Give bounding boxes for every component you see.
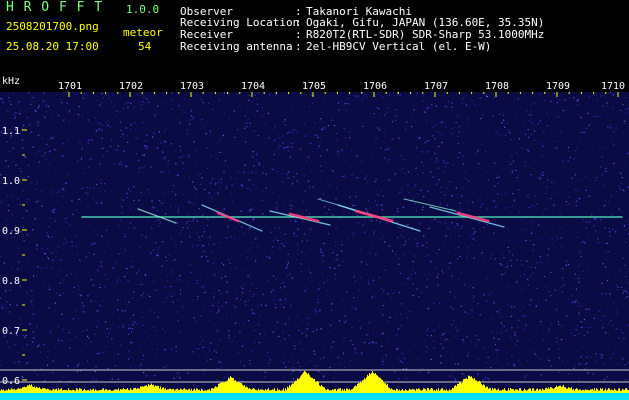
time-tick-label: 1704 [241,81,265,92]
app-version: 1.0.0 [126,3,160,16]
spectrogram-plot: kHz 1701 1702 1703 1704 1705 1706 1707 1… [0,75,629,400]
time-tick-label: 1706 [363,81,387,92]
freq-tick-label: 0.7 [2,326,20,337]
time-tick-label: 1707 [424,81,448,92]
time-tick-label: 1710 [601,81,625,92]
header-panel: H R O F F T 1.0.0 2508201700.png 25.08.2… [0,0,629,75]
time-tick-label: 1702 [119,81,143,92]
meteor-label: meteor [123,26,163,39]
freq-tick-label: 1.0 [2,176,20,187]
meteor-count: 54 [138,40,152,53]
freq-tick-label: 1.1 [2,126,20,137]
time-tick-label: 1703 [180,81,204,92]
antenna-key: Receiving antenna [180,40,293,53]
freq-tick-label: 0.8 [2,276,20,287]
file-datetime: 25.08.20 17:00 [6,40,99,53]
axis-unit-label: kHz [2,76,20,87]
file-name: 2508201700.png [6,20,99,33]
freq-tick-label: 0.9 [2,226,20,237]
time-tick-label: 1701 [58,81,82,92]
time-tick-label: 1708 [485,81,509,92]
app-title: H R O F F T [6,0,104,15]
antenna-value: 2el-HB9CV Vertical (el. E-W) [306,40,492,53]
level-baseline [0,393,629,400]
freq-tick-label: 0.6 [2,376,20,387]
time-tick-label: 1709 [546,81,570,92]
antenna-sep: : [295,40,302,53]
time-tick-label: 1705 [302,81,326,92]
